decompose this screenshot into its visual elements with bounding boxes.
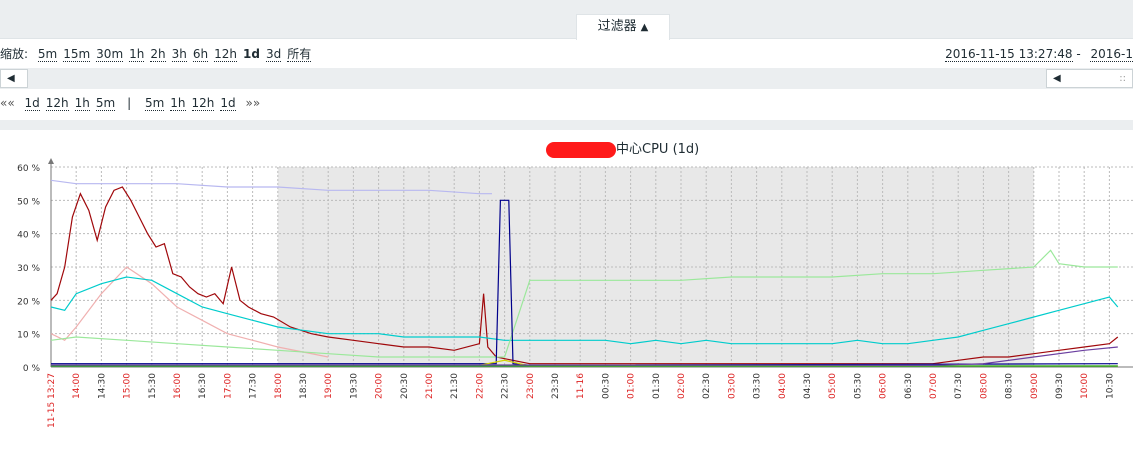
nav-right-option[interactable]: 5m bbox=[144, 96, 165, 111]
top-bar: 过滤器 ▲ bbox=[0, 0, 1133, 40]
nav-right-option[interactable]: 1d bbox=[220, 96, 236, 111]
x-tick-label: 05:00 bbox=[828, 373, 838, 399]
y-tick-label: 10 % bbox=[17, 331, 40, 341]
x-tick-label: 10:30 bbox=[1105, 373, 1115, 399]
x-tick-label: 07:00 bbox=[929, 373, 939, 399]
x-tick-label: 17:00 bbox=[223, 373, 233, 399]
y-tick-label: 30 % bbox=[17, 264, 40, 274]
x-tick-label: 19:00 bbox=[324, 373, 334, 399]
date-to[interactable]: 2016-1 bbox=[1090, 47, 1133, 62]
y-tick-label: 50 % bbox=[17, 197, 40, 207]
x-tick-label: 14:30 bbox=[97, 373, 107, 399]
x-tick-label: 04:30 bbox=[803, 373, 813, 399]
nav-left-option[interactable]: 1h bbox=[74, 96, 90, 111]
x-tick-label: 11-16 bbox=[576, 373, 586, 399]
y-axis-arrow-icon bbox=[48, 158, 54, 164]
scroll-left-button[interactable]: ◀ bbox=[0, 69, 28, 88]
zoom-option[interactable]: 30m bbox=[96, 47, 124, 62]
zoom-option[interactable]: 3d bbox=[265, 47, 282, 62]
x-tick-label: 06:30 bbox=[904, 373, 914, 399]
x-tick-label: 06:00 bbox=[879, 373, 889, 399]
x-tick-label: 05:30 bbox=[853, 373, 863, 399]
x-tick-label: 00:30 bbox=[601, 373, 611, 399]
scroll-handle[interactable]: ◀:: bbox=[1046, 69, 1133, 88]
zoom-bar: 缩放: 5m 15m 30m 1h 2h 3h 6h 12h 1d 3d 所有 bbox=[0, 45, 312, 63]
x-tick-label: 16:00 bbox=[173, 373, 183, 399]
zoom-label: 缩放: bbox=[0, 47, 29, 61]
x-tick-label: 21:30 bbox=[450, 373, 460, 399]
scroll-grip-icon: :: bbox=[1119, 73, 1126, 84]
nav-back-icon[interactable]: «« bbox=[0, 96, 15, 110]
x-tick-label: 09:30 bbox=[1055, 373, 1065, 399]
nav-left-option[interactable]: 12h bbox=[45, 96, 69, 111]
x-tick-label: 22:00 bbox=[475, 373, 485, 399]
x-tick-label: 17:30 bbox=[249, 373, 259, 399]
x-tick-label: 19:30 bbox=[349, 373, 359, 399]
x-tick-label: 09:00 bbox=[1030, 373, 1040, 399]
x-tick-label: 11-15 13:27 bbox=[47, 373, 57, 428]
y-tick-label: 20 % bbox=[17, 297, 40, 307]
nav-divider: | bbox=[127, 96, 132, 110]
x-tick-label: 22:30 bbox=[501, 373, 511, 399]
x-tick-label: 16:30 bbox=[198, 373, 208, 399]
time-scrollbar[interactable]: ◀ ◀:: bbox=[0, 68, 1133, 89]
section-divider bbox=[0, 120, 1133, 130]
x-tick-label: 04:00 bbox=[778, 373, 788, 399]
zoom-option[interactable]: 12h bbox=[214, 47, 238, 62]
nav-right-option[interactable]: 1h bbox=[170, 96, 186, 111]
zoom-option[interactable]: 3h bbox=[171, 47, 187, 62]
y-tick-label: 60 % bbox=[17, 164, 40, 174]
x-tick-label: 10:00 bbox=[1080, 373, 1090, 399]
y-tick-label: 40 % bbox=[17, 231, 40, 241]
zoom-option[interactable]: 1d bbox=[243, 47, 260, 61]
x-tick-label: 20:00 bbox=[375, 373, 385, 399]
x-tick-label: 18:30 bbox=[299, 373, 309, 399]
x-tick-label: 20:30 bbox=[400, 373, 410, 399]
x-tick-label: 07:30 bbox=[954, 373, 964, 399]
date-from[interactable]: 2016-11-15 13:27:48 bbox=[945, 47, 1073, 62]
filter-label: 过滤器 bbox=[597, 19, 637, 34]
cpu-chart: 0 % 10 % 20 % 30 % 40 % 50 % 60 % 11-15 13:27 14… bbox=[17, 158, 1133, 428]
nav-forward-icon[interactable]: »» bbox=[245, 96, 260, 110]
x-tick-label: 03:30 bbox=[753, 373, 763, 399]
x-tick-label: 15:30 bbox=[148, 373, 158, 399]
zoom-option[interactable]: 15m bbox=[63, 47, 91, 62]
date-range: 2016-11-15 13:27:48 - 2016-1 bbox=[939, 45, 1133, 63]
x-tick-label: 18:00 bbox=[274, 373, 284, 399]
period-navigation: «« 1d 12h 1h 5m | 5m 1h 12h 1d »» bbox=[0, 94, 260, 112]
zoom-option[interactable]: 6h bbox=[192, 47, 209, 62]
date-separator: - bbox=[1072, 47, 1085, 61]
x-tick-label: 15:00 bbox=[123, 373, 133, 399]
y-tick-label: 0 % bbox=[23, 364, 41, 374]
x-tick-label: 21:00 bbox=[425, 373, 435, 399]
nav-right-option[interactable]: 12h bbox=[191, 96, 215, 111]
x-tick-label: 02:30 bbox=[702, 373, 712, 399]
zoom-option[interactable]: 2h bbox=[150, 47, 166, 62]
x-tick-label: 14:00 bbox=[72, 373, 82, 399]
filter-tab[interactable]: 过滤器 ▲ bbox=[576, 14, 670, 40]
filter-arrow-icon: ▲ bbox=[640, 22, 649, 33]
x-tick-label: 23:00 bbox=[526, 373, 536, 399]
x-tick-label: 23:30 bbox=[551, 373, 561, 399]
nav-left-option[interactable]: 5m bbox=[95, 96, 116, 111]
x-tick-label: 01:30 bbox=[652, 373, 662, 399]
scroll-handle-icon: ◀ bbox=[1053, 73, 1061, 84]
x-tick-label: 08:30 bbox=[1005, 373, 1015, 399]
x-tick-label: 03:00 bbox=[727, 373, 737, 399]
x-tick-label: 02:00 bbox=[677, 373, 687, 399]
scroll-left-icon: ◀ bbox=[7, 73, 15, 84]
zoom-option[interactable]: 所有 bbox=[287, 47, 312, 62]
nav-left-option[interactable]: 1d bbox=[24, 96, 40, 111]
zoom-option[interactable]: 5m bbox=[37, 47, 58, 62]
zoom-option[interactable]: 1h bbox=[129, 47, 145, 62]
x-tick-label: 08:00 bbox=[979, 373, 989, 399]
x-tick-label: 01:00 bbox=[627, 373, 637, 399]
